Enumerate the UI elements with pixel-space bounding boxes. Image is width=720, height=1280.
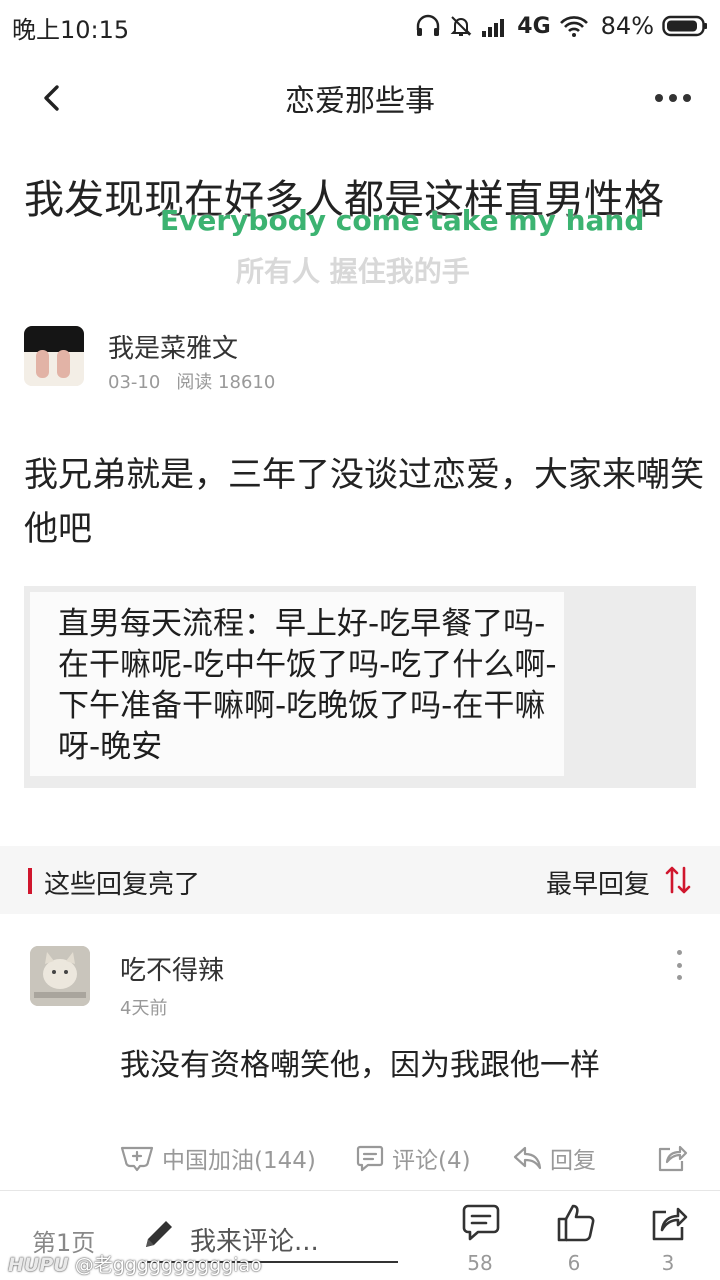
mute-bell-icon [450, 16, 472, 36]
sort-icon[interactable] [664, 864, 692, 896]
more-button[interactable] [650, 82, 696, 114]
comment-label: 评论(4) [392, 1148, 471, 1174]
author-name[interactable]: 我是菜雅文 [108, 328, 238, 365]
like-button[interactable]: 中国加油(144) [120, 1140, 316, 1176]
wifi-icon [559, 16, 588, 37]
reply-share-button[interactable] [656, 1140, 688, 1176]
more-icon [655, 94, 663, 102]
reply-actions: 中国加油(144) 评论(4) 回复 [120, 1140, 700, 1176]
bottom-share-button[interactable]: 3 [638, 1203, 698, 1277]
post-meta: 03-10 阅读 18610 [108, 368, 275, 394]
reply-more-button[interactable] [674, 950, 684, 980]
comment-button[interactable]: 评论(4) [356, 1140, 471, 1176]
battery-percent: 84% [600, 12, 654, 40]
battery-icon [662, 15, 707, 37]
reply-time: 4天前 [120, 998, 168, 1019]
like-label: 中国加油(144) [162, 1148, 316, 1174]
nav-header: 恋爱那些事 [0, 56, 720, 142]
post-body: 我兄弟就是，三年了没谈过恋爱，大家来嘲笑他吧 [24, 455, 704, 549]
pencil-icon [146, 1221, 172, 1247]
thumbs-up-icon [557, 1204, 595, 1242]
overlay-lyric-chinese: 所有人 握住我的手 [236, 255, 470, 288]
reply-author[interactable]: 吃不得辣 [120, 950, 224, 987]
watermark-user: @老ggggggggggiao [74, 1254, 262, 1276]
author-avatar[interactable] [24, 326, 84, 386]
comment-icon [356, 1145, 384, 1172]
share-count: 3 [661, 1251, 675, 1275]
bottom-like-button[interactable]: 6 [544, 1203, 604, 1277]
share-icon [652, 1207, 688, 1241]
signal-icon [482, 19, 505, 37]
post-date: 03-10 [108, 372, 161, 393]
post-image[interactable]: 直男每天流程：早上好-吃早餐了吗-在干嘛呢-吃中午饭了吗-吃了什么啊-下午准备干… [24, 586, 696, 788]
headphones-icon [417, 14, 440, 36]
watermark-brand: HUPU [8, 1254, 69, 1276]
watermark: HUPU @老ggggggggggiao [8, 1250, 262, 1277]
overlay-lyric-english: Everybody come take my hand [160, 204, 645, 237]
status-bar: 晚上10:15 4G 84% [0, 0, 720, 52]
sort-button[interactable]: 最早回复 [546, 864, 650, 901]
section-marker [28, 868, 32, 894]
status-time: 晚上10:15 [12, 16, 130, 44]
post-image-text: 直男每天流程：早上好-吃早餐了吗-在干嘛呢-吃中午饭了吗-吃了什么啊-下午准备干… [58, 606, 557, 765]
reply-button[interactable]: 回复 [512, 1140, 596, 1176]
comment-icon [462, 1204, 500, 1241]
replies-header: 这些回复亮了 最早回复 [0, 846, 720, 914]
reply-icon [513, 1146, 542, 1170]
page-title: 恋爱那些事 [285, 84, 435, 119]
status-icons: 4G 84% [415, 8, 708, 44]
replies-title: 这些回复亮了 [44, 870, 201, 900]
post-image-card: 直男每天流程：早上好-吃早餐了吗-在干嘛呢-吃中午饭了吗-吃了什么啊-下午准备干… [30, 592, 564, 776]
post-reads: 阅读 18610 [176, 372, 276, 393]
comment-count: 58 [467, 1251, 493, 1275]
share-icon [658, 1145, 688, 1172]
reply-text: 我没有资格嘲笑他，因为我跟他一样 [120, 1048, 600, 1083]
like-count: 6 [567, 1251, 581, 1275]
reply-label: 回复 [550, 1148, 596, 1174]
reply-avatar[interactable] [30, 946, 90, 1006]
like-icon [120, 1146, 154, 1172]
bottom-comment-button[interactable]: 58 [450, 1203, 510, 1277]
more-icon [676, 950, 682, 955]
network-type: 4G [517, 13, 551, 39]
